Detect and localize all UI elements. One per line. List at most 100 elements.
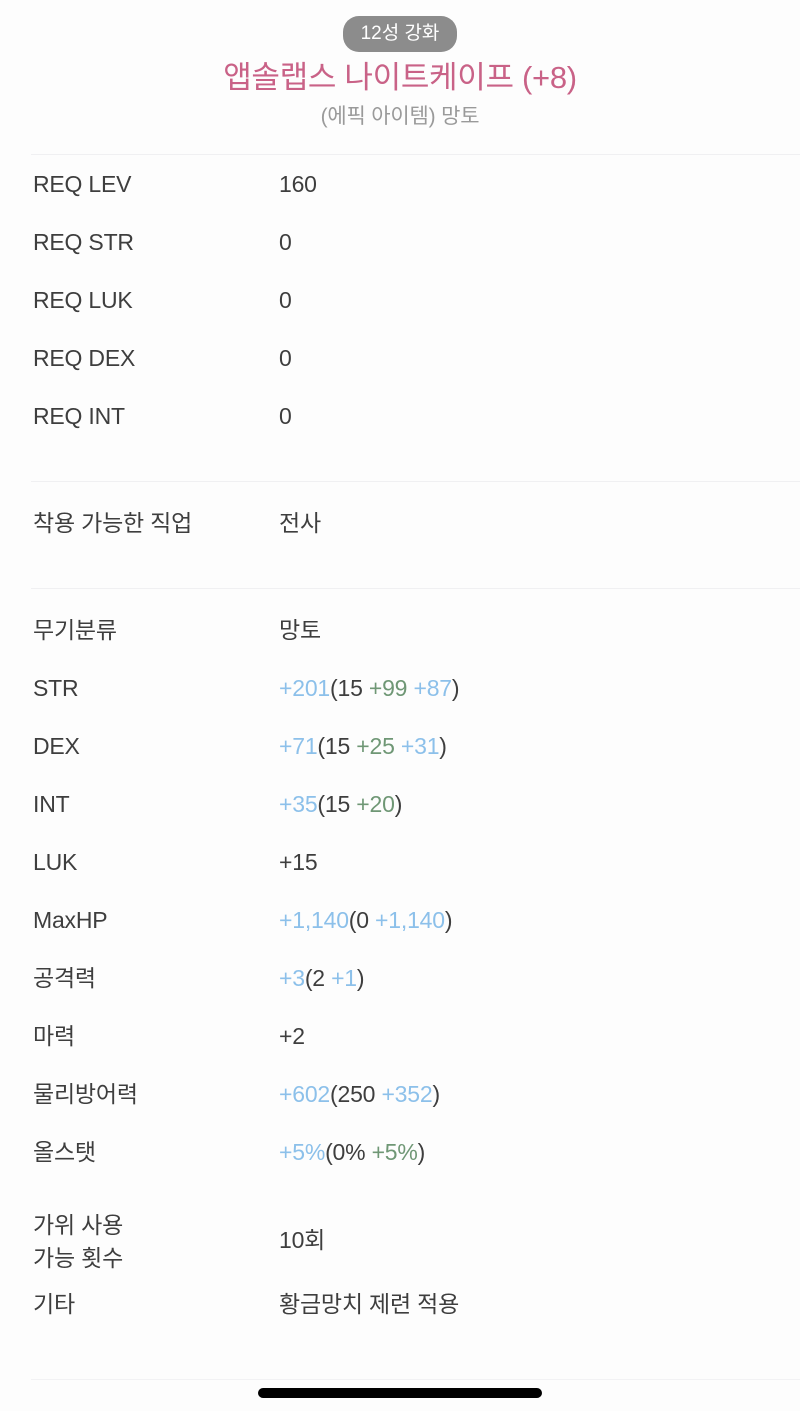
stat-value: +3(2 +1) — [279, 963, 800, 993]
table-row-stat: 올스탯 +5%(0% +5%) — [0, 1137, 800, 1195]
category-label: 무기분류 — [33, 616, 117, 643]
stat-base: 15 — [337, 674, 363, 701]
stat-total: +71 — [279, 732, 318, 759]
etc-label: 기타 — [33, 1290, 75, 1317]
home-indicator-area — [0, 1361, 800, 1411]
table-row-requirement: REQ LEV 160 — [0, 169, 800, 227]
stat-increment: +20 — [350, 790, 395, 817]
job-label: 착용 가능한 직업 — [33, 509, 193, 536]
stat-label: 올스탯 — [33, 1138, 96, 1165]
stat-increment: +5% — [365, 1138, 418, 1165]
enhancement-badge-wrap: 12성 강화 — [0, 16, 800, 52]
stat-value: +2 — [279, 1021, 800, 1051]
stat-increment: +25 — [350, 732, 395, 759]
stat-paren-open: ( — [325, 1138, 333, 1165]
stat-paren-close: ) — [444, 906, 453, 933]
stat-total: +15 — [279, 848, 318, 875]
stat-total: +3 — [279, 964, 305, 991]
stat-base: 15 — [324, 790, 351, 817]
requirement-value: 0 — [279, 344, 292, 371]
stat-base: 0 — [356, 906, 369, 933]
stat-paren-close: ) — [432, 1080, 440, 1107]
table-row-requirement: REQ STR 0 — [0, 227, 800, 285]
etc-value: 황금망치 제련 적용 — [279, 1290, 460, 1317]
stat-value: +201(15 +99 +87) — [279, 673, 800, 703]
stat-increment: +31 — [394, 732, 440, 759]
stat-paren-open: ( — [317, 732, 325, 759]
requirement-label: REQ INT — [33, 402, 125, 429]
stat-total: +1,140 — [279, 906, 349, 933]
stat-label: STR — [33, 674, 79, 701]
category-value: 망토 — [279, 616, 321, 643]
stat-increment: +1 — [324, 964, 357, 991]
item-title: 앱솔랩스 나이트케이프 (+8) — [223, 60, 577, 95]
requirement-value: 0 — [279, 402, 292, 429]
stat-label: 공격력 — [33, 964, 96, 991]
scissors-value: 10회 — [279, 1226, 326, 1253]
stat-label: 마력 — [33, 1022, 75, 1049]
table-row-stat: 공격력 +3(2 +1) — [0, 963, 800, 1021]
requirement-value: 0 — [279, 286, 292, 313]
table-row-stat: 물리방어력 +602(250 +352) — [0, 1079, 800, 1137]
table-row-stat: INT +35(15 +20) — [0, 789, 800, 847]
stat-base: 0% — [332, 1138, 366, 1165]
table-row-job: 착용 가능한 직업 전사 — [0, 508, 800, 566]
stat-label: 물리방어력 — [33, 1080, 138, 1107]
stat-total: +602 — [279, 1080, 331, 1107]
stat-base: 250 — [337, 1080, 376, 1107]
requirement-label: REQ LUK — [33, 286, 133, 313]
table-row-requirement: REQ LUK 0 — [0, 285, 800, 343]
table-row-stat: STR +201(15 +99 +87) — [0, 673, 800, 731]
stat-label: DEX — [33, 732, 80, 759]
home-indicator-bar[interactable] — [258, 1388, 542, 1398]
table-row-etc: 기타 황금망치 제련 적용 — [0, 1275, 800, 1333]
stats-section: 무기분류 망토 STR +201(15 +99 +87) DEX +71(15 +25… — [0, 589, 800, 1333]
table-row-stat: LUK +15 — [0, 847, 800, 905]
requirement-value: 160 — [279, 170, 317, 197]
job-value: 전사 — [279, 509, 321, 536]
stat-label: MaxHP — [33, 906, 108, 933]
stat-total: +35 — [279, 790, 318, 817]
requirement-label: REQ DEX — [33, 344, 136, 371]
stat-increment: +87 — [407, 674, 452, 701]
scissors-label: 가위 사용 가능 횟수 — [33, 1211, 124, 1271]
table-row-requirement: REQ INT 0 — [0, 401, 800, 459]
item-header: 12성 강화 앱솔랩스 나이트케이프 (+8) (에픽 아이템) 망토 — [0, 0, 800, 128]
table-row-stat: 마력 +2 — [0, 1021, 800, 1079]
stat-increment: +352 — [375, 1080, 433, 1107]
stat-base: 2 — [312, 964, 325, 991]
table-row-scissors: 가위 사용 가능 횟수 10회 — [0, 1195, 800, 1275]
stat-increment: +1,140 — [368, 906, 445, 933]
stat-value: +5%(0% +5%) — [279, 1137, 800, 1167]
stat-base: 15 — [324, 732, 351, 759]
stat-paren-open: ( — [317, 790, 325, 817]
table-row-stat: MaxHP +1,140(0 +1,140) — [0, 905, 800, 963]
stat-total: +5% — [279, 1138, 326, 1165]
stat-value: +35(15 +20) — [279, 789, 800, 819]
table-row-requirement: REQ DEX 0 — [0, 343, 800, 401]
requirement-value: 0 — [279, 228, 292, 255]
item-detail-screen: 12성 강화 앱솔랩스 나이트케이프 (+8) (에픽 아이템) 망토 REQ … — [0, 0, 800, 1411]
stat-label: INT — [33, 790, 70, 817]
stat-value: +15 — [279, 847, 800, 877]
stat-paren-close: ) — [439, 732, 447, 759]
stat-value: +71(15 +25 +31) — [279, 731, 800, 761]
table-row-stat: DEX +71(15 +25 +31) — [0, 731, 800, 789]
stat-paren-close: ) — [356, 964, 365, 991]
stat-paren-close: ) — [451, 674, 460, 701]
requirement-label: REQ LEV — [33, 170, 132, 197]
stat-paren-close: ) — [417, 1138, 426, 1165]
stat-label: LUK — [33, 848, 78, 875]
item-subtitle: (에픽 아이템) 망토 — [320, 104, 480, 128]
requirements-section: REQ LEV 160 REQ STR 0 REQ LUK 0 REQ DEX 0 REQ IN… — [0, 155, 800, 481]
stat-value: +602(250 +352) — [279, 1079, 800, 1109]
stat-value: +1,140(0 +1,140) — [279, 905, 800, 935]
divider-bottom — [31, 1379, 800, 1380]
stat-increment: +99 — [362, 674, 408, 701]
requirement-label: REQ STR — [33, 228, 134, 255]
stat-paren-close: ) — [394, 790, 403, 817]
table-row-category: 무기분류 망토 — [0, 615, 800, 673]
enhancement-badge: 12성 강화 — [342, 16, 458, 52]
stat-total: +201 — [279, 674, 331, 701]
job-section: 착용 가능한 직업 전사 — [0, 482, 800, 588]
